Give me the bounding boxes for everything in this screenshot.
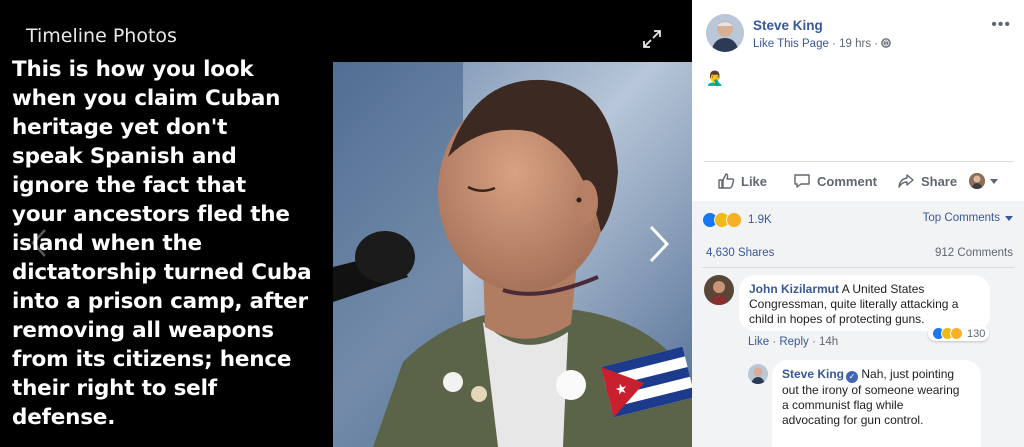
author-name[interactable]: Steve King <box>753 18 823 33</box>
react-as-selector[interactable] <box>969 173 999 189</box>
top-comments-label: Top Comments <box>922 212 1000 224</box>
caption-line: This is how you look <box>12 57 254 82</box>
post-photo: ★ <box>333 62 692 447</box>
haha-reaction-icon <box>950 327 963 340</box>
caption-line: your ancestors fled the <box>12 202 290 227</box>
user-avatar <box>969 173 986 189</box>
caption-line: ignore the fact that <box>12 173 246 198</box>
comments-count[interactable]: 912 Comments <box>935 247 1013 259</box>
comment-like-link[interactable]: Like <box>748 336 769 348</box>
post-body-emoji: 🤦‍♂️ <box>706 70 724 86</box>
top-comments-dropdown[interactable]: Top Comments <box>923 212 1013 224</box>
caption-line: defense. <box>12 405 116 430</box>
post-panel: Steve King Like This Page · 19 hrs · •••… <box>692 0 1024 447</box>
like-label: Like <box>741 173 768 189</box>
caption-line: island when the <box>12 231 202 256</box>
reaction-count: 1.9K <box>748 214 772 226</box>
comment-text: Congressman, quite literally attacking a <box>749 297 959 311</box>
comment-time[interactable]: 14h <box>819 336 838 348</box>
comment-button[interactable]: Comment <box>793 172 877 190</box>
photo-caption: This is how you look when you claim Cuba… <box>12 55 342 432</box>
comment-bubble: John Kizilarmut A United States Congress… <box>739 275 990 331</box>
caption-line: heritage yet don't <box>12 115 228 140</box>
previous-photo-icon[interactable] <box>30 228 48 258</box>
caption-line: when you claim Cuban <box>12 86 281 111</box>
comment-label: Comment <box>817 173 877 189</box>
comment-icon <box>794 174 810 188</box>
engagement-section: 1.9K Top Comments 4,630 Shares 912 Comme… <box>692 201 1024 447</box>
expand-icon[interactable] <box>641 28 663 50</box>
caption-line: speak Spanish and <box>12 144 237 169</box>
comment-text: advocating for gun control. <box>782 413 924 427</box>
verified-badge-icon: ✓ <box>846 371 859 383</box>
globe-icon <box>881 38 892 48</box>
caption-line: from its citizens; hence <box>12 347 292 372</box>
post-time[interactable]: 19 hrs <box>839 38 871 50</box>
comment-text: A United States <box>839 282 925 296</box>
caption-line: dictatorship turned Cuba <box>12 260 312 285</box>
reply-avatar[interactable] <box>748 364 768 384</box>
viewer-title: Timeline Photos <box>26 25 177 47</box>
photo-viewer: Timeline Photos ★ This is how you look w… <box>0 0 692 447</box>
comment-text: child in hopes of protecting guns. <box>749 312 925 326</box>
replier-name[interactable]: Steve King <box>782 367 844 381</box>
meta-separator: · <box>811 336 819 348</box>
caption-line: into a prison camp, after <box>12 289 308 314</box>
share-arrow-icon <box>898 174 914 188</box>
haha-reaction-icon <box>726 212 742 228</box>
commenter-avatar[interactable] <box>704 275 734 305</box>
thumbs-up-icon <box>718 173 735 189</box>
post-header: Steve King Like This Page · 19 hrs · ••• <box>706 14 1011 58</box>
post-actions: Like Comment Share <box>704 168 1014 194</box>
divider <box>704 161 1014 162</box>
author-avatar[interactable] <box>706 14 744 52</box>
comment-text: a communist flag while <box>782 398 904 412</box>
like-button[interactable]: Like <box>717 172 767 190</box>
chevron-down-icon <box>990 178 999 184</box>
chevron-down-icon <box>1005 215 1013 221</box>
comment-reactions[interactable]: 130 <box>928 326 990 341</box>
share-button[interactable]: Share <box>897 172 957 190</box>
comment-reply-link[interactable]: Reply <box>779 336 808 348</box>
shares-count[interactable]: 4,630 Shares <box>706 247 774 259</box>
caption-line: removing all weapons <box>12 318 274 343</box>
more-options-button[interactable]: ••• <box>991 16 1011 34</box>
comment-actions: Like · Reply · 14h <box>748 336 838 348</box>
caption-line: their right to self <box>12 376 217 401</box>
meta-separator: · <box>874 38 882 50</box>
reply-bubble: Steve King ✓ Nah, just pointing out the i… <box>772 360 981 447</box>
divider <box>702 267 1014 268</box>
like-page-link[interactable]: Like This Page <box>753 38 829 50</box>
commenter-name[interactable]: John Kizilarmut <box>749 282 839 296</box>
next-photo-icon[interactable] <box>645 224 673 264</box>
post-meta: Like This Page · 19 hrs · <box>753 38 892 50</box>
comment-text: out the irony of someone wearing <box>782 383 960 397</box>
share-label: Share <box>920 173 958 189</box>
comment-text: Nah, just pointing <box>858 367 955 381</box>
comment-reaction-count: 130 <box>967 327 986 340</box>
